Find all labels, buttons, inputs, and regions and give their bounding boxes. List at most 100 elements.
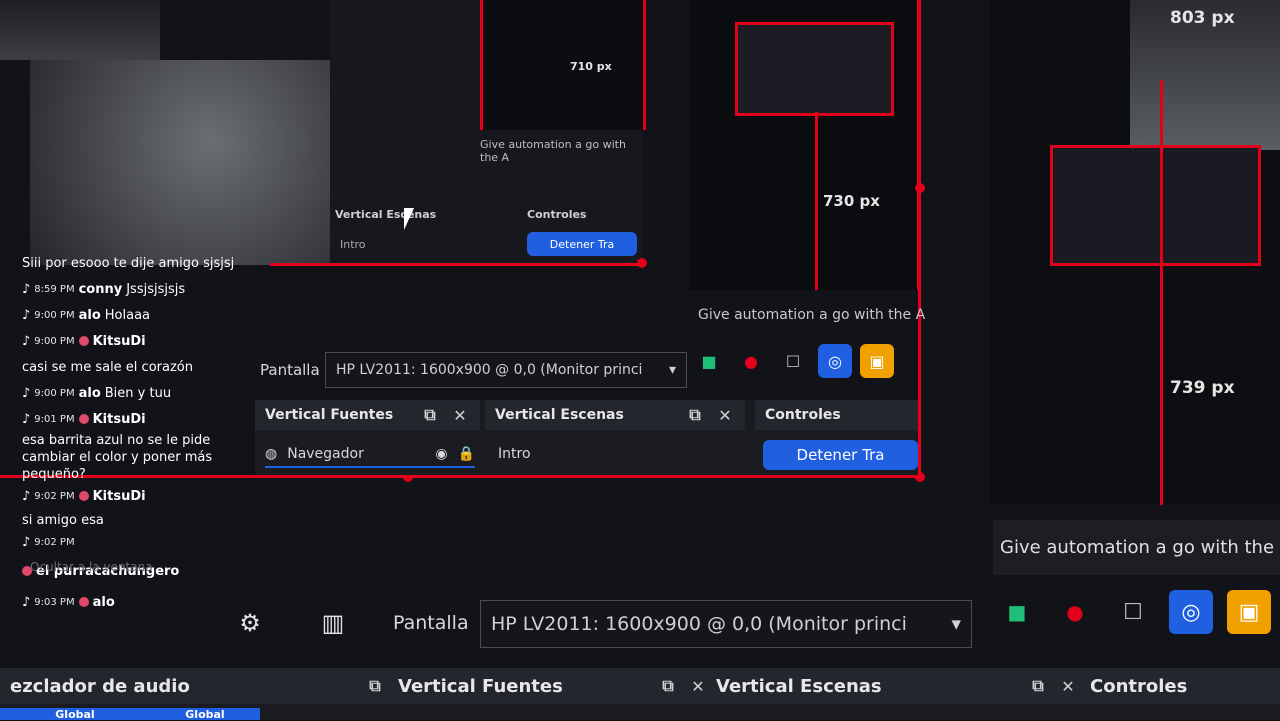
stop-button-mid[interactable]: Detener Tra xyxy=(763,440,918,470)
float-icon[interactable]: ⧉ xyxy=(420,405,440,425)
replay-icon[interactable]: ◎ xyxy=(1169,590,1213,634)
close-icon[interactable]: ✕ xyxy=(688,676,708,696)
badge-icon xyxy=(78,336,89,346)
record-icon[interactable]: ● xyxy=(1053,590,1097,634)
close-icon[interactable]: ✕ xyxy=(450,405,470,425)
top-preview-panel: 710 px Give automation a go with the A V… xyxy=(330,0,646,265)
dock-title-scenes-mid: Vertical Escenas ⧉ ✕ xyxy=(485,400,745,430)
global-tab[interactable]: Global xyxy=(0,708,150,721)
source-select-mid-value: HP LV2011: 1600x900 @ 0,0 (Monitor princ… xyxy=(336,362,643,378)
px-label-top: 803 px xyxy=(1170,8,1235,28)
chat-message: ♪ 9:00 PM alo Bien y tuu xyxy=(22,385,172,401)
middle-preview-panel: 730 px xyxy=(690,0,920,290)
bottom-docks: ezclador de audio ⧉ Vertical Fuentes ⧉ ✕… xyxy=(0,668,1280,721)
chat-message: ♪ 9:00 PM KitsuDi xyxy=(22,333,146,349)
record-icon[interactable]: ● xyxy=(734,344,768,378)
automation-banner-right: Give automation a go with the xyxy=(993,520,1280,575)
chevron-down-icon: ▾ xyxy=(668,362,676,378)
badge-icon xyxy=(78,597,89,607)
chat-message: ♪ 9:02 PM xyxy=(22,534,75,550)
scene-item[interactable]: Intro xyxy=(498,446,531,462)
browser-icon: ◍ xyxy=(265,446,278,462)
mini-intro: Intro xyxy=(340,238,366,251)
mid-toolbar: ■ ● ☐ ◎ ▣ xyxy=(692,344,894,378)
mini-controls-title: Controles xyxy=(527,208,587,221)
replay-icon[interactable]: ◎ xyxy=(818,344,852,378)
selection-box-right[interactable] xyxy=(1050,145,1261,266)
dock-title-scenes: Vertical Escenas ⧉ ✕ xyxy=(706,668,1088,704)
chat-message: ♪ 8:59 PM conny Jssjsjsjsjs xyxy=(22,281,186,297)
eye-icon[interactable]: ◉ xyxy=(435,446,447,462)
tiktok-icon: ♪ xyxy=(22,534,31,550)
chat-message-text: casi se me sale el corazón xyxy=(22,359,193,375)
chat-message: ♪ 9:02 PM KitsuDi xyxy=(22,488,146,504)
mouse-cursor-icon xyxy=(404,208,414,230)
tiktok-icon: ♪ xyxy=(22,488,31,504)
pantalla-label: Pantalla xyxy=(393,612,469,634)
checkbox-icon[interactable]: ☐ xyxy=(776,344,810,378)
mid-docks: Vertical Fuentes ⧉ ✕ Vertical Escenas ⧉ … xyxy=(255,400,918,475)
tiktok-icon: ♪ xyxy=(22,281,31,297)
resize-handle[interactable] xyxy=(637,258,647,268)
float-icon[interactable]: ⧉ xyxy=(685,405,705,425)
stream-icon[interactable]: ■ xyxy=(995,590,1039,634)
hint-text: Ocultar a la ventana xyxy=(30,560,153,574)
tiktok-icon: ♪ xyxy=(22,333,31,349)
selection-box-middle[interactable] xyxy=(735,22,894,116)
tiktok-icon: ♪ xyxy=(22,411,31,427)
tiktok-icon: ♪ xyxy=(22,307,31,323)
right-preview-panel: 803 px 739 px xyxy=(990,0,1280,505)
close-icon[interactable]: ✕ xyxy=(715,405,735,425)
resize-handle[interactable] xyxy=(915,183,925,193)
checkbox-icon[interactable]: ☐ xyxy=(1111,590,1155,634)
px-label-small: 710 px xyxy=(570,60,612,73)
dock-title-controls: Controles xyxy=(1080,668,1280,704)
webcam-feed xyxy=(30,60,330,265)
panel-toggle-icon[interactable]: ▥ xyxy=(318,603,348,643)
live-chat-overlay: Siii por esooo te dije amigo sjsjsj ♪ 8:… xyxy=(0,250,245,670)
red-guide-vertical-middle xyxy=(815,112,818,290)
float-icon[interactable]: ⧉ xyxy=(365,676,385,696)
dock-title-sources: Vertical Fuentes ⧉ ✕ xyxy=(388,668,718,704)
chat-message: ♪ 9:00 PM alo Holaaa xyxy=(22,307,151,323)
source-select-mid[interactable]: HP LV2011: 1600x900 @ 0,0 (Monitor princ… xyxy=(325,352,687,388)
float-icon[interactable]: ⧉ xyxy=(1028,676,1048,696)
source-select-value: HP LV2011: 1600x900 @ 0,0 (Monitor princ… xyxy=(491,613,907,635)
source-name: Navegador xyxy=(287,446,364,462)
source-row[interactable]: ◍ Navegador ◉ 🔒 xyxy=(265,442,475,468)
dock-title-sources-mid: Vertical Fuentes ⧉ ✕ xyxy=(255,400,480,430)
selection-right-edge xyxy=(918,0,921,478)
lock-icon[interactable]: 🔒 xyxy=(458,446,475,462)
global-tab[interactable]: Global xyxy=(150,708,260,721)
chat-message-text: esa barrita azul no se le pide cambiar e… xyxy=(22,433,213,482)
chat-message: Siii por esooo te dije amigo sjsjsj xyxy=(22,255,235,271)
pantalla-label-mid: Pantalla xyxy=(260,361,320,379)
automation-text-right: Give automation a go with the xyxy=(1000,537,1275,558)
source-select[interactable]: HP LV2011: 1600x900 @ 0,0 (Monitor princ… xyxy=(480,600,972,648)
stream-icon[interactable]: ■ xyxy=(692,344,726,378)
mini-stop-button[interactable]: Detener Tra xyxy=(527,232,637,256)
tiktok-icon: ♪ xyxy=(22,594,31,610)
red-guide-vertical-right xyxy=(1160,80,1163,505)
mini-scenes-title: Vertical Escenas xyxy=(335,208,437,221)
badge-icon xyxy=(78,491,89,501)
top-selection-bottom-edge xyxy=(270,263,642,266)
dock-title-audio: ezclador de audio ⧉ xyxy=(0,668,395,704)
webcam-feed-top xyxy=(0,0,160,60)
badge-icon xyxy=(78,414,89,424)
virtual-cam-icon[interactable]: ▣ xyxy=(1227,590,1271,634)
automation-text-small: Give automation a go with the A xyxy=(480,138,626,164)
nested-preview-box xyxy=(480,0,646,130)
close-icon[interactable]: ✕ xyxy=(1058,676,1078,696)
px-label-middle: 730 px xyxy=(823,192,880,210)
chat-message: ♪ 9:01 PM KitsuDi xyxy=(22,411,146,427)
px-label-right: 739 px xyxy=(1170,378,1235,398)
tiktok-icon: ♪ xyxy=(22,385,31,401)
chat-message-text: si amigo esa xyxy=(22,512,104,528)
chevron-down-icon: ▾ xyxy=(951,613,961,635)
right-toolbar: ■ ● ☐ ◎ ▣ xyxy=(995,590,1271,634)
float-icon[interactable]: ⧉ xyxy=(658,676,678,696)
automation-banner-mid: Give automation a go with the A xyxy=(698,307,926,323)
dock-title-controls-mid: Controles xyxy=(755,400,918,430)
virtual-cam-icon[interactable]: ▣ xyxy=(860,344,894,378)
